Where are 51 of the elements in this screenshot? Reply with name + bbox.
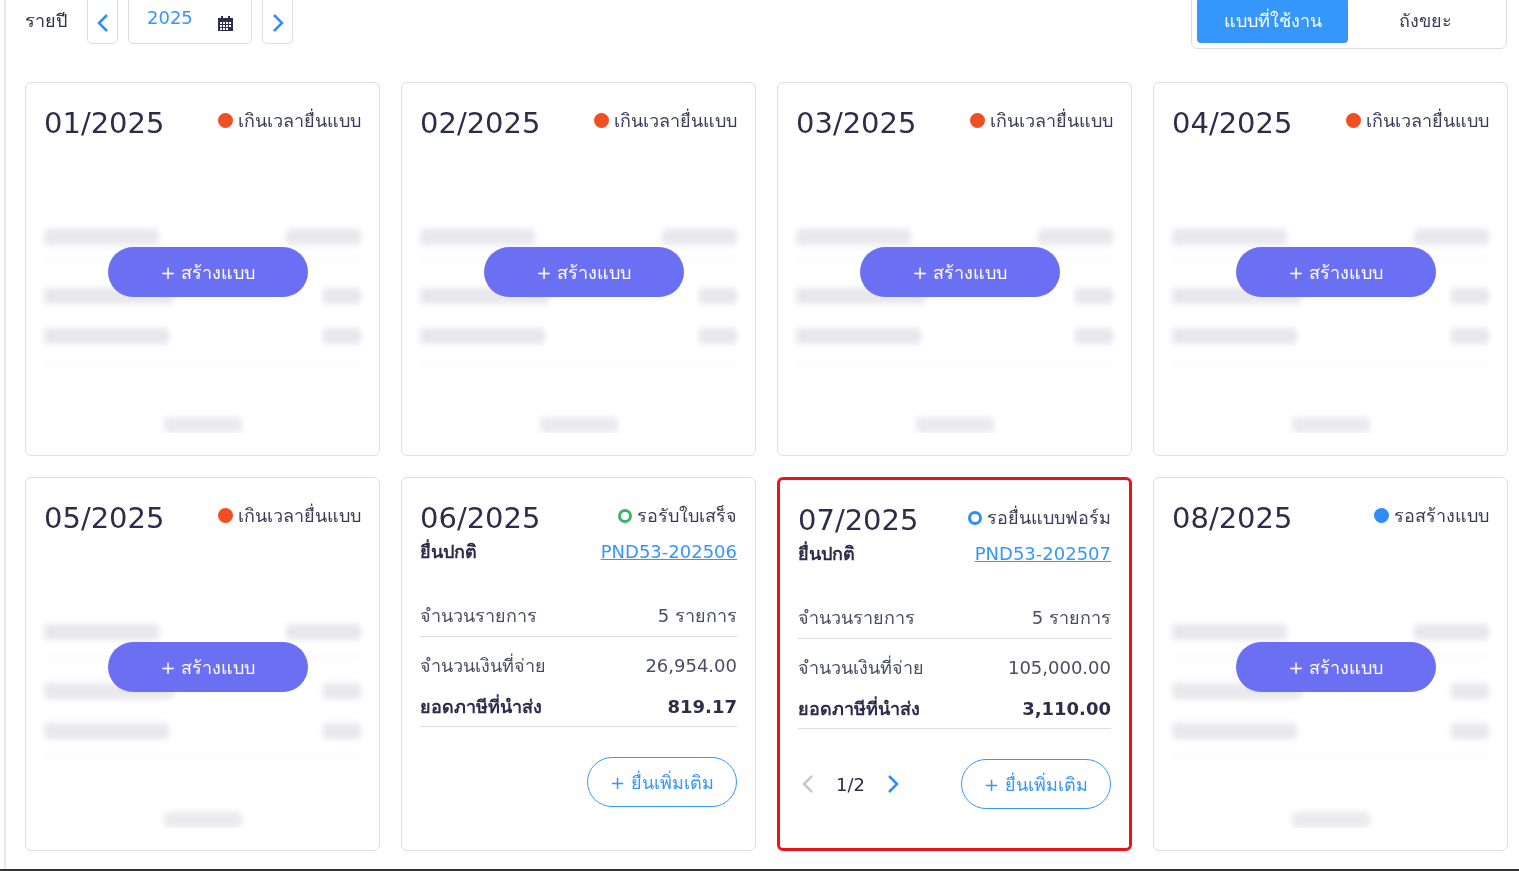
period-title: 03/2025 [796, 105, 917, 141]
row-label: ยอดภาษีที่นำส่ง [798, 695, 920, 721]
chevron-right-icon [271, 13, 284, 33]
status-label: เกินเวลายื่นแบบ [238, 502, 361, 528]
filing-type: ยื่นปกติ [798, 540, 855, 566]
period-title: 02/2025 [420, 105, 541, 141]
calendar-icon [218, 16, 233, 31]
status-label: รอรับใบเสร็จ [637, 504, 737, 528]
year-picker[interactable]: 2025 [128, 0, 252, 44]
chevron-left-icon [96, 13, 109, 33]
row-label: จำนวนเงินที่จ่าย [798, 654, 924, 680]
period-title: 06/2025 [420, 500, 541, 536]
add-filing-button[interactable]: + ยื่นเพิ่มเติม [961, 759, 1111, 809]
create-form-button[interactable]: + สร้างแบบ [108, 642, 308, 692]
status-label: เกินเวลายื่นแบบ [990, 107, 1113, 133]
row-value: 5 รายการ [1031, 606, 1111, 630]
create-form-button[interactable]: + สร้างแบบ [1236, 642, 1436, 692]
period-title: 08/2025 [1172, 500, 1293, 536]
previous-year-button[interactable] [87, 0, 118, 44]
filing-type: ยื่นปกติ [420, 538, 477, 564]
period-title: 05/2025 [44, 500, 165, 536]
period-label: รายปี [25, 8, 67, 33]
row-label: ยอดภาษีที่นำส่ง [420, 693, 542, 719]
row-value: 3,110.00 [1022, 697, 1111, 721]
period-title: 04/2025 [1172, 105, 1293, 141]
status-label: รอสร้างแบบ [1394, 504, 1489, 528]
create-form-button[interactable]: + สร้างแบบ [484, 247, 684, 297]
status-label: เกินเวลายื่นแบบ [238, 107, 361, 133]
next-year-button[interactable] [262, 0, 293, 44]
add-filing-button[interactable]: + ยื่นเพิ่มเติม [587, 757, 737, 807]
status-label: รอยื่นแบบฟอร์ม [987, 504, 1111, 530]
status-label: เกินเวลายื่นแบบ [614, 107, 737, 133]
period-title: 07/2025 [798, 502, 919, 538]
page-indicator: 1/2 [835, 772, 866, 797]
form-link[interactable]: PND53-202506 [600, 538, 737, 565]
create-form-button[interactable]: + สร้างแบบ [860, 247, 1060, 297]
row-label: จำนวนรายการ [798, 606, 915, 630]
create-form-button[interactable]: + สร้างแบบ [1236, 247, 1436, 297]
chevron-left-icon [802, 774, 814, 794]
form-link[interactable]: PND53-202507 [974, 540, 1111, 567]
row-label: จำนวนเงินที่จ่าย [420, 652, 546, 678]
row-value: 26,954.00 [645, 653, 737, 678]
period-title: 01/2025 [44, 105, 165, 141]
row-label: จำนวนรายการ [420, 604, 537, 628]
tab[interactable]: แบบที่ใช้งาน [1197, 0, 1348, 43]
row-value: 105,000.00 [1007, 655, 1111, 680]
status-label: เกินเวลายื่นแบบ [1366, 107, 1489, 133]
row-value: 5 รายการ [657, 604, 737, 628]
chevron-right-icon [886, 774, 899, 794]
create-form-button[interactable]: + สร้างแบบ [108, 247, 308, 297]
row-value: 819.17 [667, 695, 737, 719]
